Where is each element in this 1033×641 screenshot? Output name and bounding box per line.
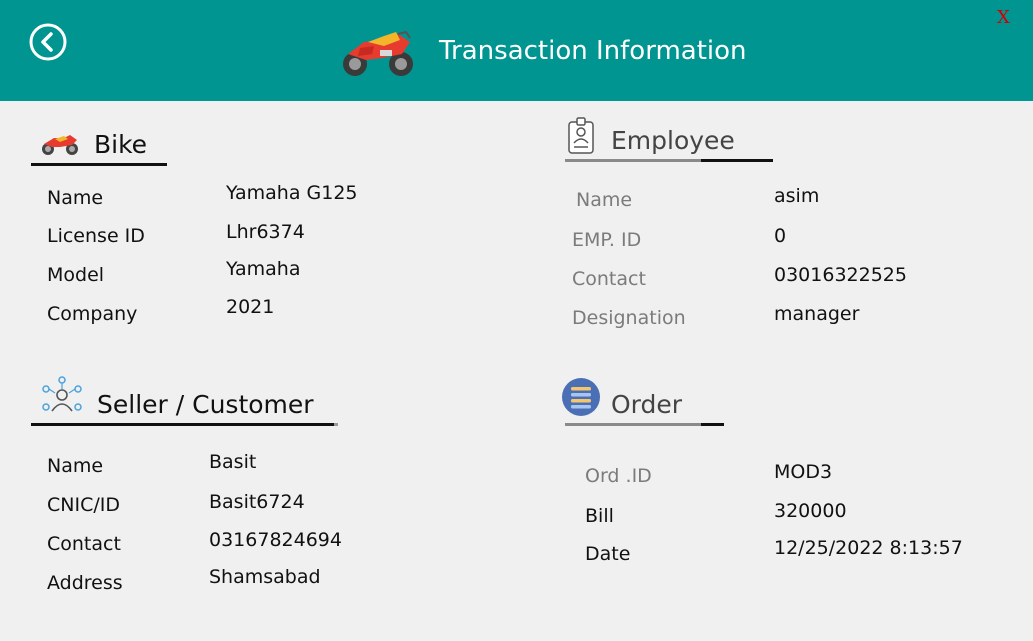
seller-address-label: Address xyxy=(47,572,123,594)
bike-section-title: Bike xyxy=(94,130,148,159)
seller-contact-value: 03167824694 xyxy=(209,529,342,551)
bike-company-label: Company xyxy=(47,303,138,325)
seller-cnic-value: Basit6724 xyxy=(209,491,305,513)
seller-name-label: Name xyxy=(47,455,104,477)
employee-id-label: EMP. ID xyxy=(572,229,642,251)
order-bill-value: 320000 xyxy=(774,500,847,522)
id-badge-icon xyxy=(568,117,594,154)
employee-designation-value: manager xyxy=(774,303,860,325)
close-button[interactable]: X xyxy=(997,7,1010,28)
bike-model-label: Model xyxy=(47,264,105,286)
bike-name-value: Yamaha G125 xyxy=(226,182,358,204)
bike-model-value: Yamaha xyxy=(226,258,301,280)
employee-name-label: Name xyxy=(576,189,633,211)
page-title: Transaction Information xyxy=(439,36,747,66)
order-title-underline-gray xyxy=(565,423,701,426)
employee-section-title: Employee xyxy=(611,126,735,155)
order-date-label: Date xyxy=(585,543,631,565)
seller-name-value: Basit xyxy=(209,451,257,473)
order-bill-label: Bill xyxy=(585,505,614,527)
employee-designation-label: Designation xyxy=(572,307,686,329)
seller-cnic-label: CNIC/ID xyxy=(47,494,120,516)
network-people-icon xyxy=(42,376,82,412)
bike-icon xyxy=(42,135,78,155)
order-id-value: MOD3 xyxy=(774,461,833,483)
order-date-value: 12/25/2022 8:13:57 xyxy=(774,537,963,559)
seller-address-value: Shamsabad xyxy=(209,566,321,588)
order-title-underline-dark xyxy=(701,423,724,426)
bike-title-underline xyxy=(31,163,167,166)
header-bar: Transaction Information xyxy=(0,0,1033,101)
order-section-title: Order xyxy=(611,390,683,419)
employee-contact-value: 03016322525 xyxy=(774,264,907,286)
seller-title-underline-tail xyxy=(334,423,338,426)
bike-license-value: Lhr6374 xyxy=(226,221,305,243)
seller-section-title: Seller / Customer xyxy=(97,390,314,419)
motorbike-icon xyxy=(343,30,413,76)
order-list-icon xyxy=(562,378,600,416)
order-id-label: Ord .ID xyxy=(585,465,652,487)
employee-title-underline-dark xyxy=(701,159,773,162)
employee-name-value: asim xyxy=(774,185,820,207)
employee-id-value: 0 xyxy=(774,225,787,247)
bike-company-value: 2021 xyxy=(226,296,275,318)
seller-title-underline xyxy=(31,423,334,426)
bike-name-label: Name xyxy=(47,187,104,209)
bike-license-label: License ID xyxy=(47,225,145,247)
back-circle-icon[interactable] xyxy=(29,23,67,61)
seller-contact-label: Contact xyxy=(47,533,121,555)
employee-contact-label: Contact xyxy=(572,268,646,290)
employee-title-underline-gray xyxy=(565,159,701,162)
